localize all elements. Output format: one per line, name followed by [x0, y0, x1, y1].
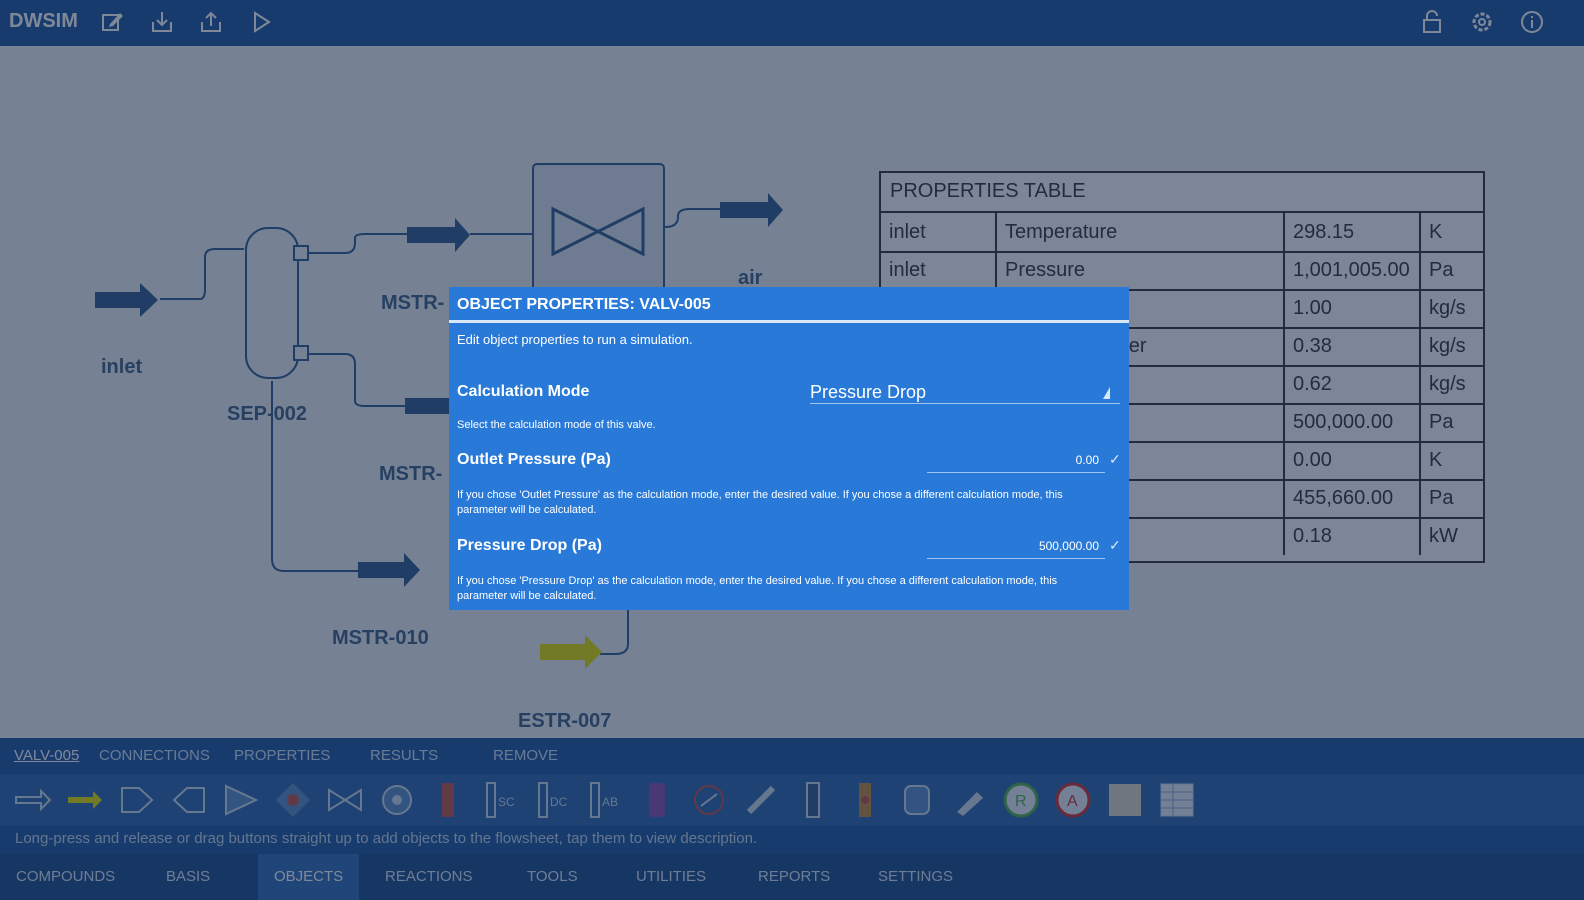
tab-settings[interactable]: SETTINGS: [862, 854, 969, 900]
separator-label: SEP-002: [227, 403, 308, 425]
tab-remove[interactable]: REMOVE: [493, 747, 558, 764]
table-row: inlet Temperature 298.15 K: [881, 213, 1483, 253]
svg-text:DC: DC: [550, 795, 568, 809]
object-palette: SC DC AB R A: [0, 774, 1584, 826]
outlet-pressure-help: If you chose 'Outlet Pressure' as the ca…: [457, 489, 1063, 516]
pressure-drop-input[interactable]: [927, 533, 1105, 559]
tab-tools[interactable]: TOOLS: [511, 854, 594, 900]
stream-mid-label: MSTR-: [379, 463, 443, 485]
recycle-icon[interactable]: [689, 780, 729, 820]
pipe-icon[interactable]: [741, 780, 781, 820]
outlet-pressure-label: Outlet Pressure (Pa): [457, 451, 611, 468]
share-icon[interactable]: [197, 8, 225, 36]
inlet-label: inlet: [101, 356, 143, 378]
vessel-icon[interactable]: [637, 780, 677, 820]
lock-icon[interactable]: [1418, 8, 1446, 36]
table-icon[interactable]: [1157, 780, 1197, 820]
dialog-description: Edit object properties to run a simulati…: [457, 332, 693, 347]
compressor-icon[interactable]: [377, 780, 417, 820]
stream-top-label: MSTR-: [381, 292, 445, 314]
table-row: inlet Pressure 1,001,005.00 Pa: [881, 251, 1483, 291]
energy-stream-label: ESTR-007: [518, 710, 612, 732]
shortcut-column-icon[interactable]: [793, 780, 833, 820]
tab-reactions[interactable]: REACTIONS: [369, 854, 489, 900]
edit-icon[interactable]: [98, 8, 126, 36]
svg-text:AB: AB: [602, 795, 618, 809]
top-app-bar: DWSIM: [0, 0, 1584, 46]
column-icon[interactable]: [429, 780, 469, 820]
calc-mode-underline: [810, 403, 1120, 404]
mixer-icon[interactable]: [117, 780, 157, 820]
stream-bottom-label: MSTR-010: [332, 627, 429, 649]
svg-text:SC: SC: [498, 795, 515, 809]
calc-mode-help: Select the calculation mode of this valv…: [457, 419, 656, 431]
tab-compounds[interactable]: COMPOUNDS: [0, 854, 131, 900]
heat-exchanger-icon[interactable]: [845, 780, 885, 820]
outlet-pressure-input[interactable]: [927, 447, 1105, 473]
dc-column-icon[interactable]: DC: [533, 780, 573, 820]
object-tabs: VALV-005 CONNECTIONS PROPERTIES RESULTS …: [0, 738, 1584, 774]
svg-text:R: R: [1015, 793, 1027, 810]
pressure-drop-label: Pressure Drop (Pa): [457, 537, 602, 554]
tab-utilities[interactable]: UTILITIES: [620, 854, 722, 900]
object-palette-panel: VALV-005 CONNECTIONS PROPERTIES RESULTS …: [0, 738, 1584, 900]
ab-column-icon[interactable]: AB: [585, 780, 625, 820]
app-title: DWSIM: [9, 10, 78, 32]
pump-icon[interactable]: [221, 780, 261, 820]
tank-icon[interactable]: [897, 780, 937, 820]
calc-mode-select[interactable]: Pressure Drop: [810, 382, 926, 403]
material-stream-icon[interactable]: [13, 780, 53, 820]
spec-icon[interactable]: [1105, 780, 1145, 820]
drop-check-icon[interactable]: ✓: [1109, 537, 1121, 554]
properties-table-title: PROPERTIES TABLE: [881, 173, 1483, 213]
tab-properties[interactable]: PROPERTIES: [234, 747, 330, 764]
tab-valv-005[interactable]: VALV-005: [14, 747, 79, 764]
dropdown-caret-icon[interactable]: [1103, 387, 1110, 399]
heater-icon[interactable]: [273, 780, 313, 820]
calc-mode-label: Calculation Mode: [457, 383, 590, 400]
object-properties-dialog: OBJECT PROPERTIES: VALV-005 Edit object …: [449, 287, 1129, 610]
save-icon[interactable]: [148, 8, 176, 36]
tab-reports[interactable]: REPORTS: [742, 854, 846, 900]
info-icon[interactable]: [1518, 8, 1546, 36]
valve-icon[interactable]: [325, 780, 365, 820]
palette-hint: Long-press and release or drag buttons s…: [15, 830, 758, 847]
run-icon[interactable]: [247, 8, 275, 36]
dialog-divider: [449, 320, 1129, 323]
bottom-navigation: COMPOUNDS BASIS OBJECTS REACTIONS TOOLS …: [0, 854, 1584, 900]
sc-column-icon[interactable]: SC: [481, 780, 521, 820]
adjust-a-icon[interactable]: A: [1053, 780, 1093, 820]
settings-icon[interactable]: [1468, 8, 1496, 36]
svg-text:A: A: [1067, 793, 1078, 810]
recycle-r-icon[interactable]: R: [1001, 780, 1041, 820]
outlet-check-icon[interactable]: ✓: [1109, 451, 1121, 468]
splitter-icon[interactable]: [169, 780, 209, 820]
tab-basis[interactable]: BASIS: [150, 854, 226, 900]
tab-results[interactable]: RESULTS: [370, 747, 438, 764]
pressure-drop-help: If you chose 'Pressure Drop' as the calc…: [457, 575, 1058, 602]
tab-connections[interactable]: CONNECTIONS: [99, 747, 210, 764]
dialog-title: OBJECT PROPERTIES: VALV-005: [457, 296, 711, 313]
tab-objects[interactable]: OBJECTS: [258, 854, 360, 900]
energy-stream-icon[interactable]: [65, 780, 105, 820]
filter-icon[interactable]: [949, 780, 989, 820]
